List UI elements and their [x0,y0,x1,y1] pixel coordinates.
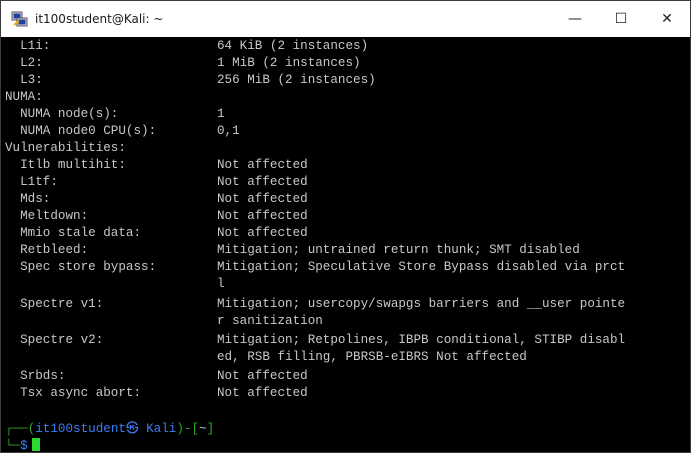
row-value: 0,1 [217,124,240,138]
row-label: NUMA node0 CPU(s): [5,124,157,138]
row-label: Vulnerabilities: [5,141,126,155]
terminal-window: it100student@Kali: ~ — ☐ ✕ L1i: 64 KiB (… [0,0,691,453]
row-value: Not affected [217,226,308,240]
row-value: 256 MiB (2 instances) [217,73,376,87]
prompt-line-bottom[interactable]: └─$ [5,438,40,452]
row-label: Mmio stale data: [5,226,142,240]
row-value: l [217,277,225,291]
prompt-frame-bottom: └─ [5,439,21,452]
prompt-close-bracket: ] [206,422,215,436]
row-label: L2: [5,56,43,70]
row-value: Not affected [217,175,308,189]
maximize-button[interactable]: ☐ [598,1,644,37]
prompt-close-paren: ) [176,422,184,436]
row-label: L1i: [5,39,51,53]
prompt-open-bracket: [ [191,422,200,436]
row-label: Spec store bypass: [5,260,157,274]
row-label: L1tf: [5,175,58,189]
row-value: Mitigation; usercopy/swapgs barriers and… [217,297,626,311]
close-icon: ✕ [661,11,673,27]
window-title: it100student@Kali: ~ [35,12,164,26]
row-value: ed, RSB filling, PBRSB-eIBRS Not affecte… [217,350,527,364]
row-label: Mds: [5,192,51,206]
prompt-path: ~ [199,422,207,436]
prompt-line-top: ┌──(it100student㉿ Kali)-[~] [5,421,214,438]
minimize-button[interactable]: — [552,1,598,37]
row-label: L3: [5,73,43,87]
title-bar[interactable]: it100student@Kali: ~ — ☐ ✕ [1,1,690,37]
row-value: Not affected [217,369,308,383]
prompt-user-host: it100student㉿ Kali [35,422,177,436]
maximize-icon: ☐ [614,11,628,27]
terminal-output[interactable]: L1i: 64 KiB (2 instances) L2: 1 MiB (2 i… [1,37,690,452]
prompt-symbol: $ [20,439,28,452]
row-label: Meltdown: [5,209,89,223]
row-value: Not affected [217,158,308,172]
row-value: 1 MiB (2 instances) [217,56,361,70]
row-value: 1 [217,107,225,121]
close-button[interactable]: ✕ [644,1,690,37]
row-label: Spectre v2: [5,333,104,347]
prompt-frame-top: ┌── [5,422,28,436]
row-label: Srbds: [5,369,66,383]
row-label: Itlb multihit: [5,158,126,172]
putty-icon [11,10,29,28]
row-label: Retbleed: [5,243,89,257]
text-cursor[interactable] [31,438,40,451]
row-label: Tsx async abort: [5,386,142,400]
minimize-icon: — [568,11,582,27]
row-value: Mitigation; Speculative Store Bypass dis… [217,260,626,274]
row-value: 64 KiB (2 instances) [217,39,369,53]
row-value: Not affected [217,386,308,400]
row-label: NUMA node(s): [5,107,119,121]
row-value: Mitigation; Retpolines, IBPB conditional… [217,333,626,347]
row-value: Not affected [217,192,308,206]
window-controls: — ☐ ✕ [552,1,690,37]
row-value: Mitigation; untrained return thunk; SMT … [217,243,580,257]
row-value: r sanitization [217,314,323,328]
row-value: Not affected [217,209,308,223]
row-label: NUMA: [5,90,43,104]
row-label: Spectre v1: [5,297,104,311]
